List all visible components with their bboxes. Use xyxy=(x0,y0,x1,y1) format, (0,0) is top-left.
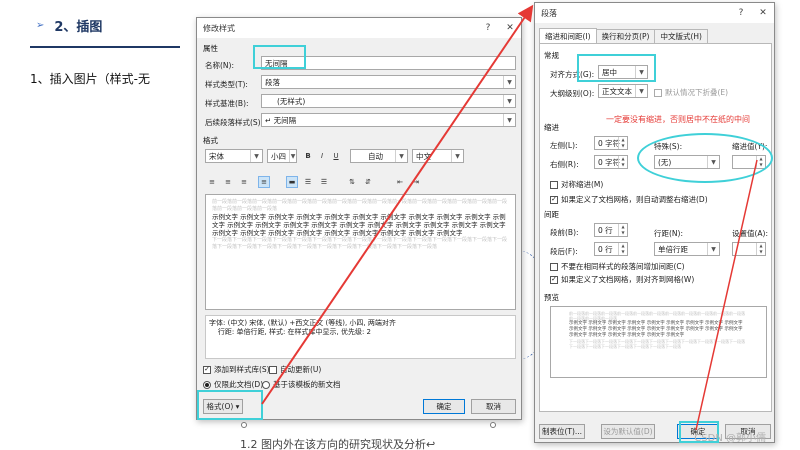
arrow-ok-to-indent xyxy=(695,159,758,431)
arrow-to-paragraph-dialog xyxy=(261,4,534,405)
annotation-arrows xyxy=(261,4,758,431)
watermark: CSDN @郭小儒 xyxy=(694,433,766,444)
